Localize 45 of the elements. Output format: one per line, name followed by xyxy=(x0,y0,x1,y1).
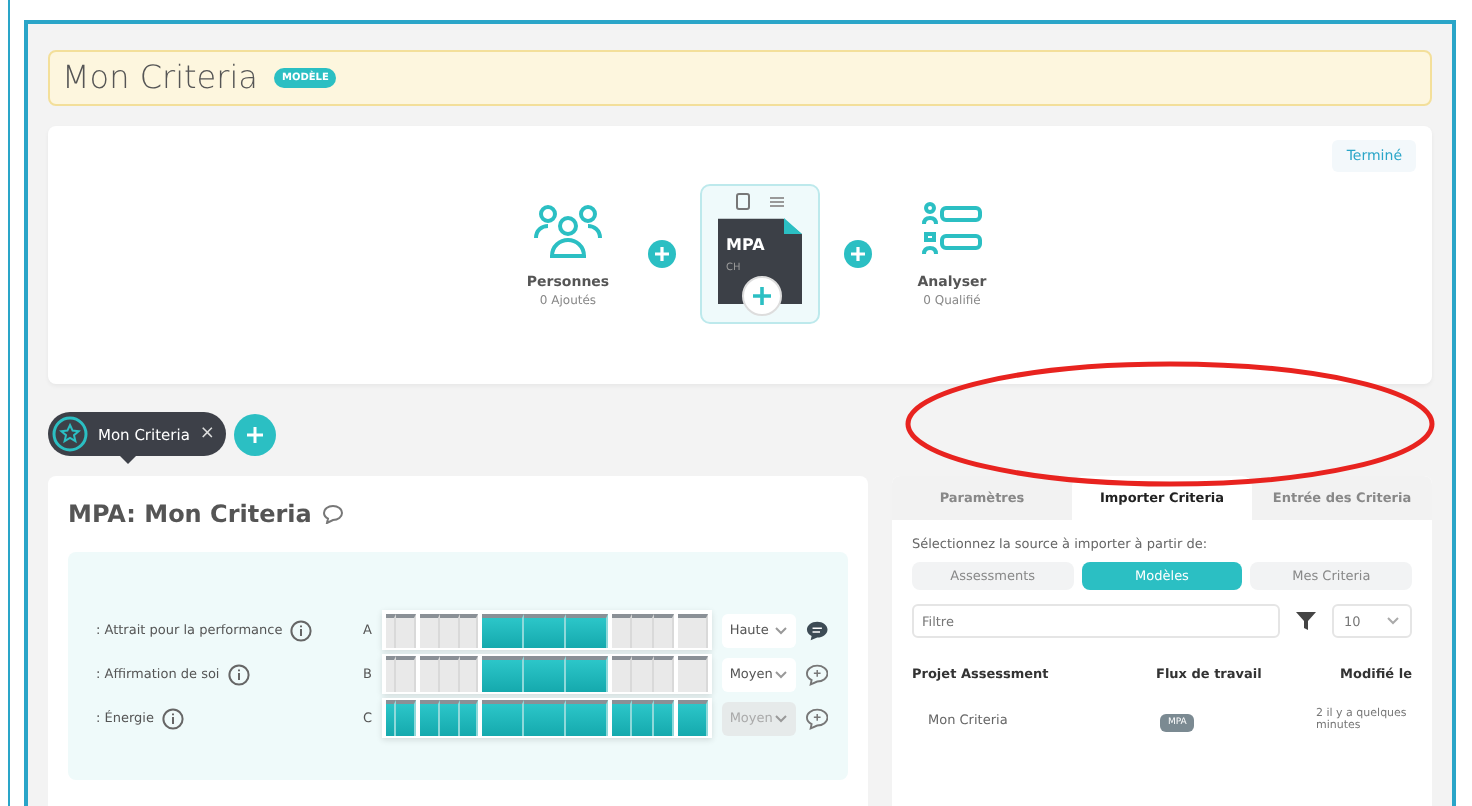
info-icon[interactable] xyxy=(161,707,184,729)
scale-cell[interactable] xyxy=(439,614,460,648)
comment-icon[interactable] xyxy=(805,619,828,641)
scale-cell[interactable] xyxy=(395,656,416,692)
card-title: MPA: Mon Criteria xyxy=(68,500,312,528)
chevron-down-icon xyxy=(773,669,788,679)
scale-cell[interactable] xyxy=(653,614,674,648)
scale-cell[interactable] xyxy=(677,656,708,692)
scale-cell[interactable] xyxy=(677,614,708,648)
close-icon[interactable]: × xyxy=(199,424,215,444)
scale-cell[interactable] xyxy=(481,614,524,648)
scale-cell[interactable] xyxy=(523,614,566,648)
scale-bar[interactable] xyxy=(381,654,712,694)
scale-cell[interactable] xyxy=(653,656,674,692)
document-title: MPA xyxy=(726,236,767,255)
comment-icon[interactable] xyxy=(805,663,828,685)
scale-cell[interactable] xyxy=(565,614,608,648)
scale-cell[interactable] xyxy=(385,614,396,648)
analyse-icon xyxy=(922,201,982,258)
info-icon[interactable] xyxy=(290,619,313,641)
clipboard-icon[interactable] xyxy=(736,192,750,211)
scale-cell[interactable] xyxy=(481,656,524,692)
scale-cell[interactable] xyxy=(419,614,440,648)
scale-cell[interactable] xyxy=(523,656,566,692)
filter-icon[interactable] xyxy=(1296,612,1316,630)
scale-cell[interactable] xyxy=(395,614,416,648)
scale-cell[interactable] xyxy=(385,656,396,692)
people-icon xyxy=(534,201,602,258)
scale-cell[interactable] xyxy=(565,656,608,692)
scale-cell[interactable] xyxy=(439,656,460,692)
chevron-down-icon xyxy=(1386,616,1400,626)
scale-cell[interactable] xyxy=(631,614,654,648)
add-icon[interactable] xyxy=(742,276,782,317)
comment-icon[interactable] xyxy=(321,504,344,524)
info-icon[interactable] xyxy=(227,663,250,685)
chevron-down-icon xyxy=(773,713,788,723)
folded-corner-icon xyxy=(784,218,802,235)
scale-bar[interactable] xyxy=(381,610,712,650)
scale-cell[interactable] xyxy=(611,656,632,692)
list-icon[interactable] xyxy=(770,195,784,208)
scale-cell[interactable] xyxy=(419,656,440,692)
chevron-down-icon xyxy=(773,625,788,635)
scale-cell[interactable] xyxy=(611,614,632,648)
scale-cell[interactable] xyxy=(631,656,654,692)
page-title: Mon Criteria xyxy=(62,58,258,97)
